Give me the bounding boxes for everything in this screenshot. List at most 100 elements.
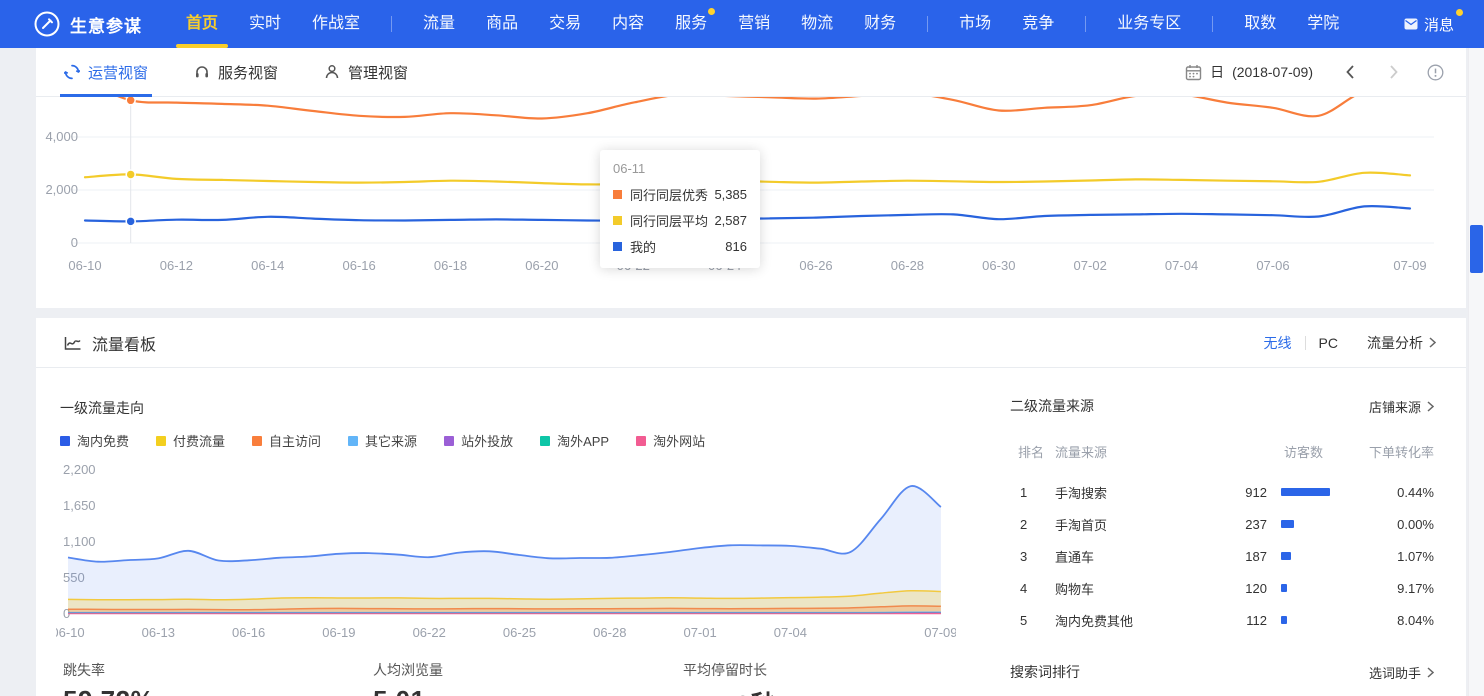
headset-icon <box>194 64 210 80</box>
nav-item-logistics[interactable]: 物流 <box>801 0 833 48</box>
svg-text:06-28: 06-28 <box>593 625 626 640</box>
nav-message[interactable]: 消息 <box>1404 0 1454 48</box>
shop-source-link[interactable]: 店铺来源 <box>1369 397 1434 416</box>
legend-swatch <box>540 436 550 446</box>
visitors-bar-box <box>1281 520 1355 528</box>
svg-text:06-12: 06-12 <box>160 258 193 273</box>
metric-avg-stay-time: 平均停留时长 17.48秒 <box>683 660 777 696</box>
svg-text:0: 0 <box>71 235 78 250</box>
info-icon[interactable] <box>1427 64 1444 81</box>
nav-divider <box>1085 16 1086 32</box>
metric-bounce-rate: 跳失率 59.72% <box>63 660 154 696</box>
table-row[interactable]: 3 直通车 187 1.07% <box>1010 540 1434 572</box>
filter-wireless[interactable]: 无线 <box>1264 333 1292 353</box>
visitors-cell: 912 <box>1210 485 1267 500</box>
nav-item-trade[interactable]: 交易 <box>549 0 581 48</box>
nav-item-realtime[interactable]: 实时 <box>249 0 281 48</box>
page-scrollbar[interactable] <box>1468 48 1484 696</box>
series-name: 同行同层平均 <box>630 211 708 230</box>
table-row[interactable]: 1 手淘搜索 912 0.44% <box>1010 476 1434 508</box>
svg-text:07-09: 07-09 <box>1393 258 1426 273</box>
nav-item-home[interactable]: 首页 <box>186 0 218 48</box>
legend-swatch <box>252 436 262 446</box>
legend-label: 付费流量 <box>173 431 225 450</box>
nav-item-traffic[interactable]: 流量 <box>423 0 455 48</box>
nav-divider <box>391 16 392 32</box>
conversion-cell: 8.04% <box>1355 613 1434 628</box>
nav-item-competition[interactable]: 竞争 <box>1022 0 1054 48</box>
table-row[interactable]: 5 淘内免费其他 112 8.04% <box>1010 604 1434 636</box>
tab-management-view[interactable]: 管理视窗 <box>324 48 408 97</box>
svg-text:06-14: 06-14 <box>251 258 284 273</box>
next-date-button[interactable] <box>1389 64 1399 80</box>
nav-item-content[interactable]: 内容 <box>612 0 644 48</box>
visitors-bar <box>1281 584 1287 592</box>
svg-text:07-09: 07-09 <box>924 625 956 640</box>
legend-item-external-site[interactable]: 淘外网站 <box>636 431 705 450</box>
legend-item-direct-visit[interactable]: 自主访问 <box>252 431 321 450</box>
source-name-cell: 手淘搜索 <box>1055 483 1210 502</box>
nav-item-business-zone[interactable]: 业务专区 <box>1117 0 1181 48</box>
filter-separator <box>1305 336 1306 350</box>
brand[interactable]: 生意参谋 <box>34 11 186 37</box>
table-row[interactable]: 4 购物车 120 9.17% <box>1010 572 1434 604</box>
source-name-cell: 淘内免费其他 <box>1055 611 1210 630</box>
tooltip-row: 同行同层平均 2,587 <box>613 211 747 230</box>
nav-item-data-fetch[interactable]: 取数 <box>1244 0 1276 48</box>
nav-divider <box>1212 16 1213 32</box>
word-helper-link[interactable]: 选词助手 <box>1369 663 1434 682</box>
traffic-board-header: 流量看板 无线 PC 流量分析 <box>36 318 1466 368</box>
visitors-bar-box <box>1281 488 1355 496</box>
line-chart-icon <box>64 334 82 352</box>
notification-dot <box>708 8 715 15</box>
svg-text:06-26: 06-26 <box>799 258 832 273</box>
legend-item-other-source[interactable]: 其它来源 <box>348 431 417 450</box>
nav-item-finance[interactable]: 财务 <box>864 0 896 48</box>
series-name: 同行同层优秀 <box>630 185 708 204</box>
legend-item-paid-traffic[interactable]: 付费流量 <box>156 431 225 450</box>
metric-label: 跳失率 <box>63 660 154 680</box>
nav-item-marketing[interactable]: 营销 <box>738 0 770 48</box>
conversion-cell: 1.07% <box>1355 549 1434 564</box>
conversion-cell: 9.17% <box>1355 581 1434 596</box>
chart-tooltip: 06-11 同行同层优秀 5,385 同行同层平均 2,587 我的 816 <box>600 150 760 268</box>
nav-item-warroom[interactable]: 作战室 <box>312 0 360 48</box>
date-picker[interactable]: 日 (2018-07-09) <box>1185 62 1313 82</box>
scrollbar-thumb[interactable] <box>1470 225 1483 273</box>
filter-pc[interactable]: PC <box>1319 335 1338 351</box>
legend-item-offsite-ads[interactable]: 站外投放 <box>444 431 513 450</box>
column-visitors: 访客数 <box>1210 442 1341 461</box>
svg-text:06-20: 06-20 <box>525 258 558 273</box>
source-name-cell: 直通车 <box>1055 547 1210 566</box>
tab-operation-view[interactable]: 运营视窗 <box>64 48 148 97</box>
chevron-right-icon <box>1427 667 1434 678</box>
metric-value: 5.01 <box>373 685 443 696</box>
flow-area-chart[interactable]: 05501,1001,6502,20006-1006-1306-1606-190… <box>56 458 956 648</box>
svg-text:2,000: 2,000 <box>45 182 78 197</box>
legend-item-taonei-free[interactable]: 淘内免费 <box>60 431 129 450</box>
tab-service-view[interactable]: 服务视窗 <box>194 48 278 97</box>
visitors-bar <box>1281 616 1287 624</box>
nav-item-goods[interactable]: 商品 <box>486 0 518 48</box>
sync-icon <box>64 64 80 80</box>
table-row[interactable]: 2 手淘首页 237 0.00% <box>1010 508 1434 540</box>
shop-source-label: 店铺来源 <box>1369 397 1421 416</box>
search-rank-header: 搜索词排行 选词助手 <box>1010 662 1434 682</box>
svg-text:06-19: 06-19 <box>322 625 355 640</box>
svg-text:06-16: 06-16 <box>343 258 376 273</box>
rank-cell: 3 <box>1010 549 1055 564</box>
traffic-analysis-link[interactable]: 流量分析 <box>1367 333 1436 353</box>
visitors-bar <box>1281 488 1330 496</box>
legend-swatch <box>444 436 454 446</box>
chevron-right-icon <box>1427 401 1434 412</box>
tooltip-date: 06-11 <box>613 161 747 176</box>
prev-date-button[interactable] <box>1345 64 1355 80</box>
legend-item-external-app[interactable]: 淘外APP <box>540 431 609 450</box>
nav-item-academy[interactable]: 学院 <box>1307 0 1339 48</box>
visitors-bar-box <box>1281 616 1355 624</box>
nav-item-market[interactable]: 市场 <box>959 0 991 48</box>
column-source: 流量来源 <box>1055 442 1210 461</box>
nav-item-service[interactable]: 服务 <box>675 0 707 48</box>
svg-text:07-02: 07-02 <box>1074 258 1107 273</box>
search-rank-title: 搜索词排行 <box>1010 662 1080 682</box>
